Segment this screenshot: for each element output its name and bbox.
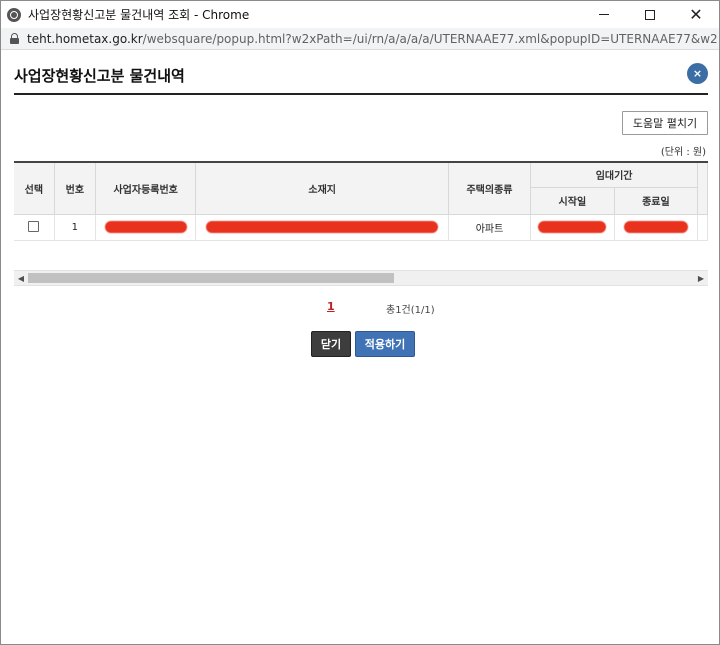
url-text[interactable]: teht.hometax.go.kr/websquare/popup.html?… (27, 32, 717, 46)
scroll-left-arrow-icon[interactable]: ◀ (14, 271, 28, 285)
row-spacer (697, 214, 708, 241)
header-address: 소재지 (195, 161, 449, 215)
scroll-right-arrow-icon[interactable]: ▶ (694, 271, 708, 285)
maximize-icon (645, 9, 655, 20)
url-path: /websquare/popup.html?w2xPath=/ui/rn/a/a… (142, 31, 717, 46)
header-lease-period: 임대기간 (530, 161, 699, 188)
header-housing-type: 주택의종류 (448, 161, 532, 215)
maximize-button[interactable] (627, 1, 673, 28)
redaction-mark (206, 221, 439, 233)
minimize-icon (599, 14, 609, 15)
close-icon: ✕ (689, 4, 703, 24)
redaction-mark (104, 221, 187, 233)
popup-close-button[interactable]: × (687, 63, 708, 84)
chrome-icon (7, 7, 21, 22)
total-count: 총1건(1/1) (386, 305, 435, 316)
header-select: 선택 (14, 161, 55, 215)
url-host: teht.hometax.go.kr (27, 31, 143, 46)
row-select-cell (14, 214, 55, 241)
help-expand-button[interactable]: 도움말 펼치기 (622, 111, 708, 135)
unit-label: (단위 : 원) (660, 147, 706, 158)
scrollbar-thumb[interactable] (28, 273, 394, 283)
redaction-mark (538, 221, 607, 233)
minimize-button[interactable] (581, 1, 627, 28)
row-housing-type: 아파트 (448, 214, 532, 241)
window-title: 사업장현황신고분 물건내역 조회 - Chrome (28, 8, 250, 22)
row-end-date-redacted (614, 214, 699, 241)
redaction-mark (623, 221, 688, 233)
row-address-redacted (195, 214, 449, 241)
apply-button[interactable]: 적용하기 (355, 331, 415, 357)
header-end-date: 종료일 (614, 187, 699, 215)
page-link-current[interactable]: 1 (327, 300, 335, 313)
window-controls: ✕ (581, 1, 719, 28)
table-row[interactable]: 1 아파트 (14, 214, 708, 241)
close-button[interactable]: 닫기 (311, 331, 351, 357)
row-start-date-redacted (530, 214, 615, 241)
property-table: 선택 번호 사업자등록번호 소재지 주택의종류 임대기간 시작일 종료일 1 아… (14, 161, 708, 241)
popup-header: 사업장현황신고분 물건내역 × (14, 59, 708, 95)
browser-window: 사업장현황신고분 물건내역 조회 - Chrome ✕ teht.hometax… (0, 0, 720, 645)
window-close-button[interactable]: ✕ (673, 1, 719, 28)
close-x-icon: × (692, 67, 703, 80)
row-number: 1 (54, 214, 96, 241)
header-biz-reg-no: 사업자등록번호 (95, 161, 197, 215)
header-number: 번호 (54, 161, 96, 215)
popup-title: 사업장현황신고분 물건내역 (14, 67, 185, 85)
title-bar: 사업장현황신고분 물건내역 조회 - Chrome ✕ (1, 1, 719, 28)
horizontal-scrollbar[interactable]: ◀ ▶ (14, 270, 708, 286)
property-grid: 선택 번호 사업자등록번호 소재지 주택의종류 임대기간 시작일 종료일 1 아… (14, 161, 708, 244)
header-start-date: 시작일 (530, 187, 615, 215)
row-checkbox[interactable] (28, 221, 40, 233)
row-biz-reg-no-redacted (95, 214, 197, 241)
address-bar[interactable]: teht.hometax.go.kr/websquare/popup.html?… (1, 28, 719, 50)
lock-icon (10, 33, 19, 44)
header-spacer (697, 161, 708, 215)
